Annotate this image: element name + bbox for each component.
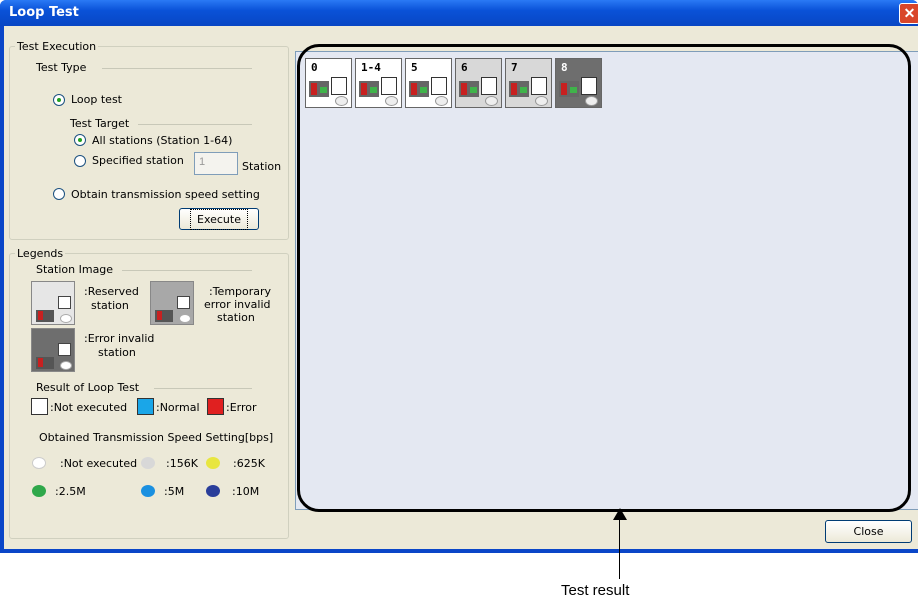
test-type-title: Test Type	[36, 61, 87, 74]
station-device-icon	[509, 81, 529, 97]
station-oval-icon	[485, 96, 498, 106]
station-oval-icon	[585, 96, 598, 106]
temp-error-label-line1: :Temporary	[209, 285, 272, 298]
station-unit-label: Station	[242, 160, 282, 173]
station-device-icon	[459, 81, 479, 97]
station-number: 8	[561, 61, 568, 74]
temp-error-station-image	[150, 281, 194, 325]
normal-swatch	[137, 398, 154, 415]
error-swatch	[207, 398, 224, 415]
result-title: Result of Loop Test	[36, 381, 140, 394]
station-device-icon	[559, 81, 579, 97]
station-number: 1-4	[361, 61, 381, 74]
station-device-icon	[409, 81, 429, 97]
obtain-speed-label[interactable]: Obtain transmission speed setting	[71, 188, 260, 201]
station-oval-icon	[335, 96, 348, 106]
execute-button-label: Execute	[190, 209, 248, 230]
result-divider	[154, 388, 252, 389]
title-bar: Loop Test ✕	[0, 0, 918, 26]
temp-error-device-icon	[155, 310, 173, 322]
temp-error-oval-icon	[179, 314, 191, 323]
not-executed-swatch	[31, 398, 48, 415]
legends-title: Legends	[15, 247, 66, 260]
station-tile[interactable]: 1-4	[355, 58, 402, 108]
station-number-input[interactable]: 1	[194, 152, 238, 175]
obtain-speed-radio[interactable]	[53, 188, 65, 200]
test-target-divider	[138, 124, 252, 125]
temp-error-square-icon	[177, 296, 190, 309]
window-close-icon[interactable]: ✕	[899, 3, 918, 24]
speed-625k-icon	[206, 457, 220, 469]
station-square-icon	[531, 77, 547, 95]
reserved-device-icon	[36, 310, 54, 322]
reserved-square-icon	[58, 296, 71, 309]
speed-10m-label: :10M	[232, 485, 260, 498]
station-number: 6	[461, 61, 468, 74]
station-device-icon	[359, 81, 379, 97]
reserved-label-line2: station	[91, 299, 129, 312]
error-invalid-device-icon	[36, 357, 54, 369]
annotation-arrow-head	[613, 508, 627, 520]
speed-not-executed-icon	[32, 457, 46, 469]
error-invalid-station-image	[31, 328, 75, 372]
station-oval-icon	[535, 96, 548, 106]
station-square-icon	[431, 77, 447, 95]
speed-2-5m-icon	[32, 485, 46, 497]
station-image-divider	[122, 270, 252, 271]
window-title: Loop Test	[9, 5, 79, 20]
station-tile[interactable]: 8	[555, 58, 602, 108]
error-invalid-label-line1: :Error invalid	[84, 332, 155, 345]
speed-156k-label: :156K	[166, 457, 198, 470]
station-square-icon	[381, 77, 397, 95]
specified-station-radio[interactable]	[74, 155, 86, 167]
all-stations-label[interactable]: All stations (Station 1-64)	[92, 134, 232, 147]
temp-error-label-line2: error invalid	[204, 298, 271, 311]
error-invalid-square-icon	[58, 343, 71, 356]
close-button[interactable]: Close	[825, 520, 912, 543]
test-target-title: Test Target	[70, 117, 130, 130]
station-square-icon	[331, 77, 347, 95]
station-square-icon	[581, 77, 597, 95]
speed-2-5m-label: :2.5M	[55, 485, 86, 498]
loop-test-radio[interactable]	[53, 94, 65, 106]
speed-5m-label: :5M	[164, 485, 185, 498]
station-number: 0	[311, 61, 318, 74]
test-type-divider	[102, 68, 252, 69]
close-button-label: Close	[853, 525, 884, 538]
loop-test-label[interactable]: Loop test	[71, 93, 122, 106]
station-oval-icon	[435, 96, 448, 106]
station-number: 5	[411, 61, 418, 74]
annotation-caption: Test result	[561, 582, 630, 599]
annotation-arrow-line	[619, 515, 620, 579]
station-image-title: Station Image	[36, 263, 114, 276]
speed-title: Obtained Transmission Speed Setting[bps]	[39, 431, 274, 444]
reserved-oval-icon	[60, 314, 72, 323]
station-number: 7	[511, 61, 518, 74]
station-oval-icon	[385, 96, 398, 106]
station-device-icon	[309, 81, 329, 97]
test-result-highlight	[297, 44, 911, 512]
station-square-icon	[481, 77, 497, 95]
test-execution-title: Test Execution	[15, 40, 99, 53]
station-tile[interactable]: 7	[505, 58, 552, 108]
specified-station-label[interactable]: Specified station	[92, 154, 184, 167]
station-tile[interactable]: 5	[405, 58, 452, 108]
station-tile[interactable]: 0	[305, 58, 352, 108]
station-tile[interactable]: 6	[455, 58, 502, 108]
reserved-label-line1: :Reserved	[84, 285, 139, 298]
not-executed-label: :Not executed	[50, 401, 128, 414]
speed-5m-icon	[141, 485, 155, 497]
error-invalid-label-line2: station	[98, 346, 136, 359]
error-label: :Error	[226, 401, 257, 414]
temp-error-label-line3: station	[217, 311, 255, 324]
reserved-station-image	[31, 281, 75, 325]
error-invalid-oval-icon	[60, 361, 72, 370]
speed-625k-label: :625K	[233, 457, 265, 470]
normal-label: :Normal	[156, 401, 200, 414]
speed-not-executed-label: :Not executed	[60, 457, 138, 470]
execute-button[interactable]: Execute	[179, 208, 259, 230]
speed-10m-icon	[206, 485, 220, 497]
speed-156k-icon	[141, 457, 155, 469]
all-stations-radio[interactable]	[74, 134, 86, 146]
